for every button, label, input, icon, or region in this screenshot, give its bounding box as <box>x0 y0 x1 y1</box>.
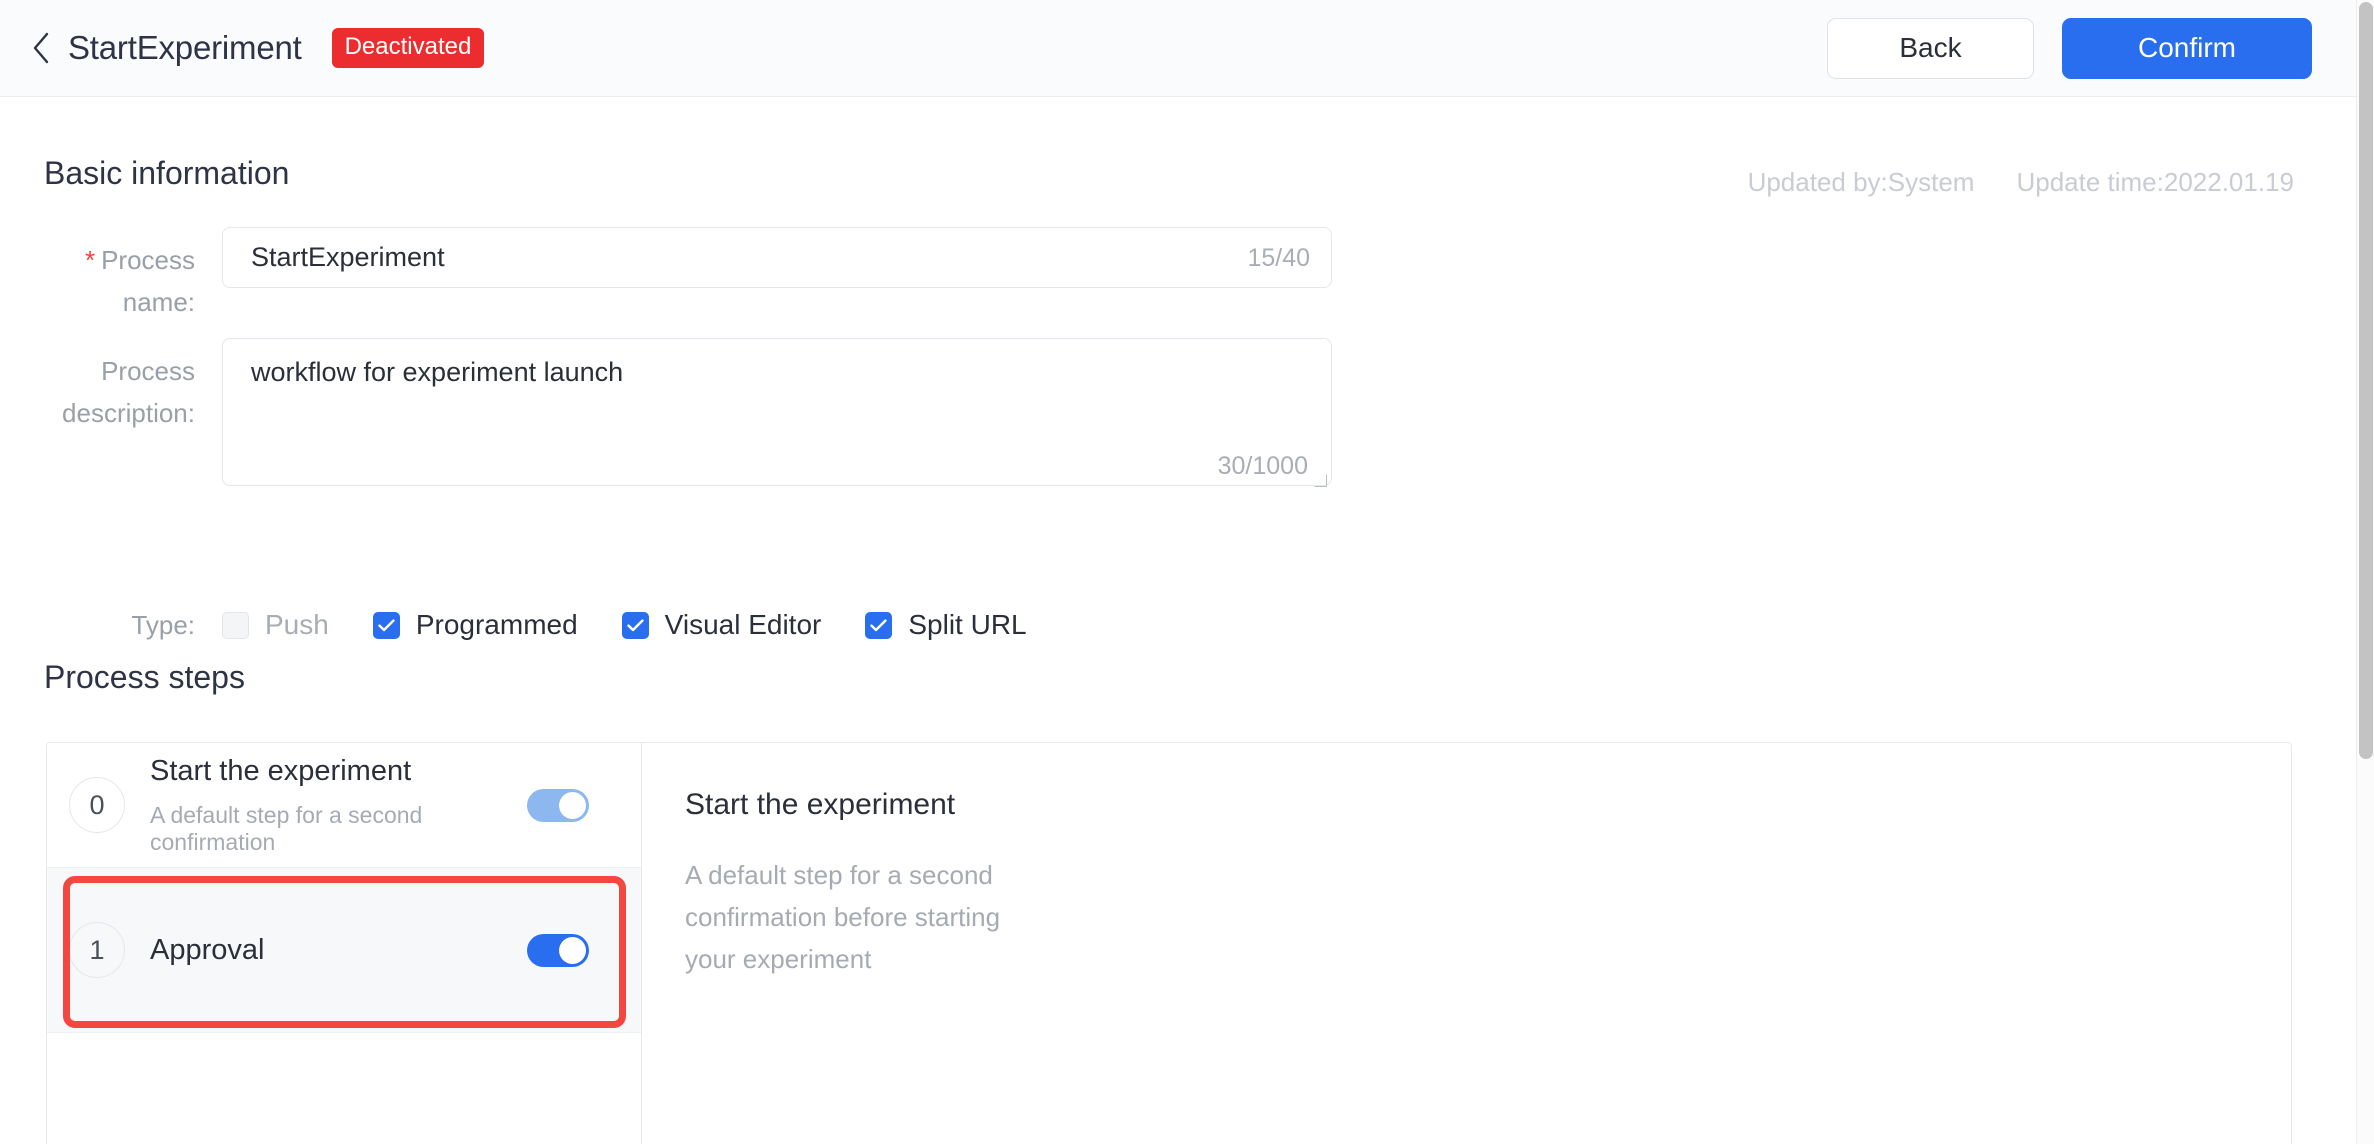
type-checkbox-split-url-label: Split URL <box>908 609 1027 640</box>
status-badge: Deactivated <box>331 28 485 68</box>
step-enabled-toggle[interactable] <box>527 788 589 822</box>
back-chevron-icon[interactable] <box>28 30 54 66</box>
type-checkbox-programmed-label: Programmed <box>415 609 578 640</box>
process-description-textarea[interactable] <box>222 338 1332 486</box>
checkbox-checked-icon <box>865 611 893 639</box>
step-index-badge: 1 <box>69 922 125 978</box>
page-content: Basic information Updated by:System Upda… <box>0 97 2356 1144</box>
header-actions: Back Confirm <box>1827 17 2312 79</box>
checkbox-unchecked-icon <box>222 611 249 639</box>
process-name-input-wrap: 15/40 <box>222 227 1332 323</box>
type-checkbox-push[interactable]: Push <box>222 609 329 641</box>
type-checkbox-programmed[interactable]: Programmed <box>372 609 578 641</box>
step-row-0[interactable]: 0 Start the experiment A default step fo… <box>47 743 641 868</box>
type-checkbox-split-url[interactable]: Split URL <box>865 609 1027 641</box>
step-index-badge: 0 <box>69 777 125 833</box>
step-text-block: Start the experiment A default step for … <box>150 753 527 856</box>
step-name: Start the experiment <box>150 755 412 788</box>
update-time-text: Update time:2022.01.19 <box>2016 167 2294 197</box>
process-steps-list: 0 Start the experiment A default step fo… <box>47 743 642 1144</box>
back-button[interactable]: Back <box>1827 17 2034 79</box>
type-checkbox-group: Push Programmed Visual Editor Split URL <box>222 609 1071 641</box>
updated-by-text: Updated by:System <box>1747 167 1975 197</box>
page-header: StartExperiment Deactivated Back Confirm <box>0 0 2356 97</box>
process-name-label-line2: name: <box>122 287 195 318</box>
type-label: Type: <box>131 609 195 640</box>
required-asterisk: * <box>84 245 96 275</box>
process-steps-heading: Process steps <box>44 659 245 695</box>
step-row-1[interactable]: 1 Approval <box>47 868 641 1033</box>
page-scrollbar-thumb[interactable] <box>2359 2 2373 759</box>
process-description-label-line1: Process <box>101 356 195 386</box>
process-description-input-wrap: 30/1000 <box>222 338 1332 491</box>
type-row: Type: Push Programmed Visual Editor Spli… <box>0 609 1071 641</box>
process-name-input[interactable] <box>222 227 1332 288</box>
step-detail-title: Start the experiment <box>685 788 956 821</box>
basic-information-heading: Basic information <box>44 155 290 191</box>
process-name-label-line1: Process <box>101 245 195 275</box>
step-detail-description: A default step for a second confirmation… <box>685 860 1001 975</box>
confirm-button[interactable]: Confirm <box>2062 17 2312 79</box>
app-viewport: StartExperiment Deactivated Back Confirm… <box>0 0 2374 1144</box>
process-name-label: * Process name: <box>0 227 195 323</box>
type-checkbox-push-label: Push <box>265 609 329 640</box>
process-name-row: *Process name: 15/40 <box>0 227 1332 323</box>
page-scrollbar-track[interactable] <box>2356 0 2374 1144</box>
step-text-block: Approval <box>150 932 527 968</box>
process-description-label-line2: description: <box>62 398 195 429</box>
step-enabled-toggle[interactable] <box>527 933 589 967</box>
toggle-knob <box>559 791 586 819</box>
checkbox-checked-icon <box>372 611 400 639</box>
step-description: A default step for a second confirmation <box>150 801 423 856</box>
checkbox-checked-icon <box>621 611 649 639</box>
process-description-label: Process description: <box>0 338 195 491</box>
type-checkbox-visual-editor-label: Visual Editor <box>664 609 822 640</box>
step-name: Approval <box>150 933 265 966</box>
process-steps-card: 0 Start the experiment A default step fo… <box>46 742 2292 1144</box>
step-row-next-partial[interactable] <box>47 1033 641 1144</box>
type-checkbox-visual-editor[interactable]: Visual Editor <box>621 609 822 641</box>
step-detail-panel: Start the experiment A default step for … <box>643 743 1015 980</box>
page-title: StartExperiment <box>68 29 302 66</box>
toggle-knob <box>559 936 586 964</box>
record-metadata: Updated by:System Update time:2022.01.19 <box>1748 167 2294 198</box>
process-description-row: Process description: 30/1000 <box>0 338 1332 491</box>
